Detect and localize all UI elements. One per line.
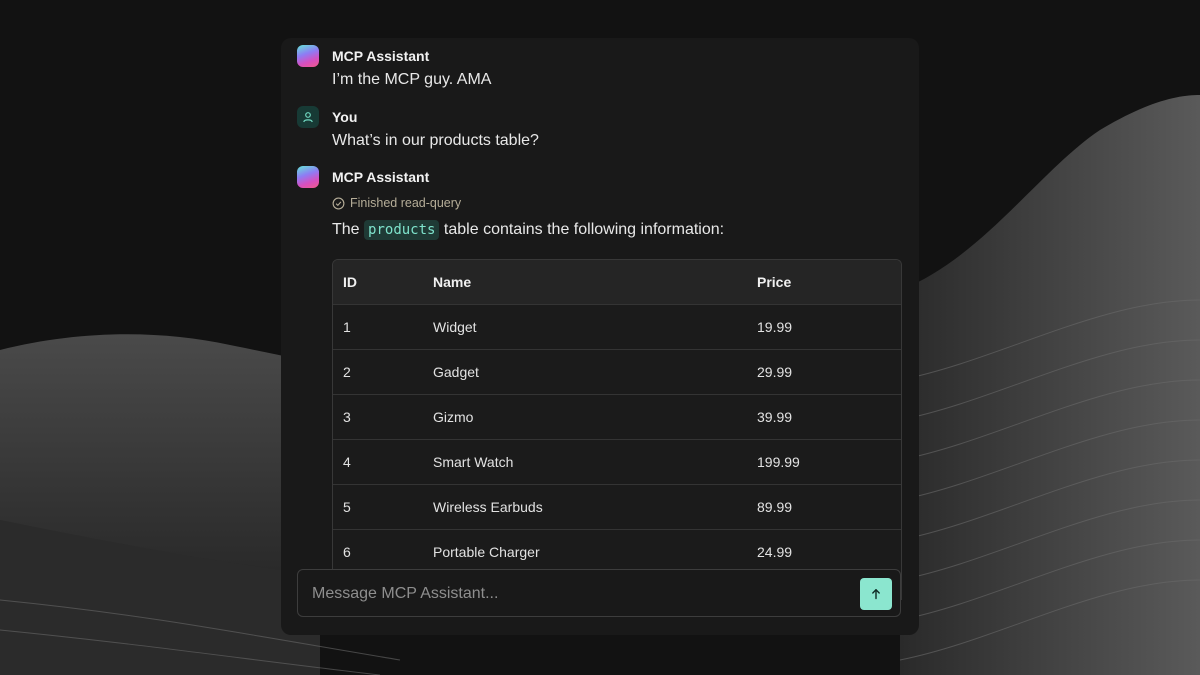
column-header-id: ID: [333, 260, 423, 305]
cell-name: Gadget: [423, 349, 747, 395]
assistant-message: MCP Assistant I’m the MCP guy. AMA: [297, 45, 903, 95]
cell-id: 3: [333, 394, 423, 440]
cell-price: 39.99: [747, 394, 901, 440]
cell-price: 199.99: [747, 439, 901, 485]
column-header-price: Price: [747, 260, 901, 305]
message-text: I’m the MCP guy. AMA: [332, 71, 492, 88]
intro-text-before: The: [332, 221, 360, 238]
cell-name: Wireless Earbuds: [423, 484, 747, 530]
table-row: 1 Widget 19.99: [333, 304, 901, 350]
arrow-up-icon: [872, 589, 880, 600]
message-input[interactable]: [310, 570, 844, 618]
cell-name: Smart Watch: [423, 439, 747, 485]
table-row: 4 Smart Watch 199.99: [333, 439, 901, 485]
inline-code: products: [364, 220, 440, 240]
cell-price: 29.99: [747, 349, 901, 395]
table-row: 5 Wireless Earbuds 89.99: [333, 484, 901, 530]
cell-id: 1: [333, 304, 423, 350]
gradient-logo-icon: [297, 166, 319, 188]
cell-name: Portable Charger: [423, 529, 747, 574]
tool-status: Finished read-query: [332, 196, 461, 210]
table-row: 6 Portable Charger 24.99: [333, 529, 901, 574]
sender-name: MCP Assistant: [332, 169, 430, 185]
tool-status-label: Finished read-query: [350, 196, 462, 210]
cell-name: Widget: [423, 304, 747, 350]
response-intro: The products table contains the followin…: [332, 220, 725, 240]
products-table: ID Name Price 1 Widget 19.99 2 Gadget 29…: [332, 259, 902, 600]
sender-name: You: [332, 109, 358, 125]
cell-id: 4: [333, 439, 423, 485]
cell-name: Gizmo: [423, 394, 747, 440]
cell-id: 5: [333, 484, 423, 530]
table-row: 2 Gadget 29.99: [333, 349, 901, 395]
gradient-logo-icon: [297, 45, 319, 67]
cell-price: 24.99: [747, 529, 901, 574]
intro-text-after: table contains the following information…: [443, 221, 725, 238]
sender-name: MCP Assistant: [332, 48, 430, 64]
table-header-row: ID Name Price: [333, 260, 901, 305]
cell-price: 89.99: [747, 484, 901, 530]
cell-id: 2: [333, 349, 423, 395]
user-message: You What’s in our products table?: [297, 106, 903, 156]
cell-id: 6: [333, 529, 423, 574]
user-icon: [297, 106, 319, 128]
table-row: 3 Gizmo 39.99: [333, 394, 901, 440]
column-header-name: Name: [423, 260, 747, 305]
check-circle-icon: [332, 197, 345, 209]
message-composer: [297, 569, 901, 618]
send-button[interactable]: [860, 578, 892, 610]
message-text: What’s in our products table?: [332, 132, 539, 149]
chat-panel: MCP Assistant I’m the MCP guy. AMA You W…: [281, 38, 919, 635]
cell-price: 19.99: [747, 304, 901, 350]
